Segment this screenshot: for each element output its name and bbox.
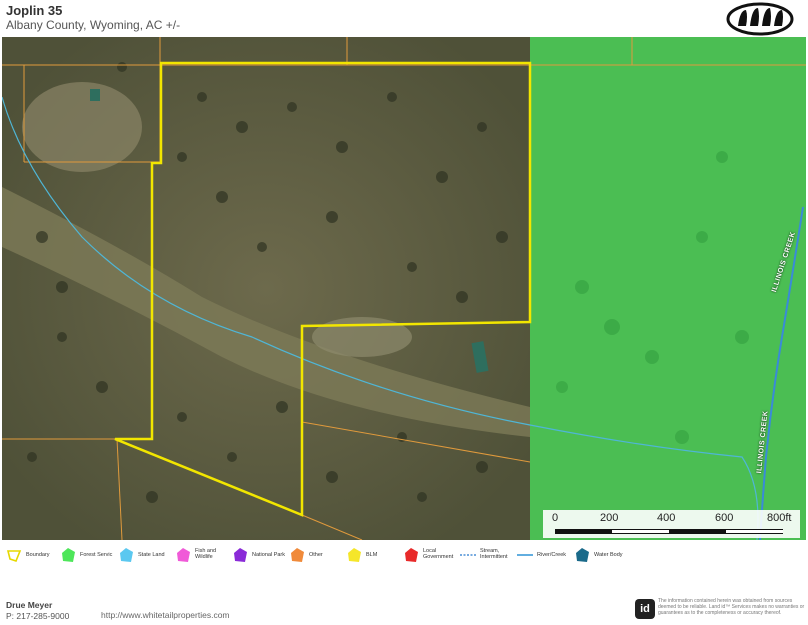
stream-icon — [460, 554, 476, 556]
water-body-icon — [576, 548, 589, 562]
scale-tick: 600 — [715, 512, 734, 524]
national-park-icon — [234, 548, 247, 562]
local-government-icon — [405, 548, 418, 562]
scale-segment — [726, 529, 783, 534]
cabin-roof — [90, 89, 100, 101]
legend-item-forest-service: Forest Servic — [60, 547, 112, 563]
aerial-map[interactable]: ILLINOIS CREEK ILLINOIS CREEK — [2, 37, 806, 540]
other-land-icon — [291, 548, 304, 562]
legend-item-water-body: Water Body — [574, 547, 623, 563]
map-legend: Boundary Forest Servic State Land Fish a… — [0, 543, 808, 573]
map-title: Joplin 35 — [6, 3, 63, 18]
scale-tick: 800ft — [767, 512, 792, 524]
river-icon — [517, 554, 533, 556]
boundary-icon — [6, 550, 22, 562]
blm-icon — [348, 548, 361, 562]
legend-label: Local Government — [423, 548, 454, 560]
agent-phone: P: 217-285-9000 — [6, 611, 70, 621]
scale-segment — [612, 529, 669, 534]
legend-item-stream: Stream, Intermittent — [460, 547, 508, 563]
legend-item-river-creek: River/Creek — [517, 547, 566, 563]
clearing-south — [312, 317, 412, 357]
scale-tick: 400 — [657, 512, 676, 524]
map-subtitle: Albany County, Wyoming, AC +/- — [6, 18, 181, 32]
fish-wildlife-icon — [177, 548, 190, 562]
land-id-logo: id — [635, 599, 655, 619]
legend-item-local-government: Local Government — [403, 547, 453, 563]
scale-segment — [555, 529, 612, 534]
disclaimer-text: The information contained herein was obt… — [658, 598, 805, 616]
agent-name: Drue Meyer — [6, 600, 53, 610]
legend-label: National Park — [252, 552, 286, 558]
scale-tick: 0 — [552, 512, 559, 524]
legend-item-fish-wildlife: Fish and Wildlife — [175, 547, 216, 563]
legend-label: Water Body — [594, 552, 623, 558]
scale-tick: 200 — [600, 512, 619, 524]
clearing — [22, 82, 142, 172]
website-link[interactable]: http://www.whitetailproperties.com — [101, 610, 230, 620]
legend-item-boundary: Boundary — [6, 547, 50, 563]
legend-label: Forest Servic — [80, 552, 113, 558]
legend-item-national-park: National Park — [232, 547, 285, 563]
legend-label: Boundary — [26, 552, 50, 558]
scale-segment — [669, 529, 726, 534]
state-land-icon — [120, 548, 133, 562]
legend-item-blm: BLM — [346, 547, 377, 563]
legend-label: River/Creek — [537, 552, 567, 558]
legend-label: Fish and Wildlife — [195, 548, 217, 560]
legend-label: State Land — [138, 552, 165, 558]
legend-label: Stream, Intermittent — [480, 548, 508, 560]
scale-bar: 0 200 400 600 800ft — [543, 510, 800, 538]
legend-label: BLM — [366, 552, 378, 558]
legend-label: Other — [309, 552, 323, 558]
whitetail-logo — [726, 2, 794, 36]
legend-item-state-land: State Land — [118, 547, 165, 563]
forest-service-icon — [62, 548, 75, 562]
legend-item-other: Other — [289, 547, 323, 563]
